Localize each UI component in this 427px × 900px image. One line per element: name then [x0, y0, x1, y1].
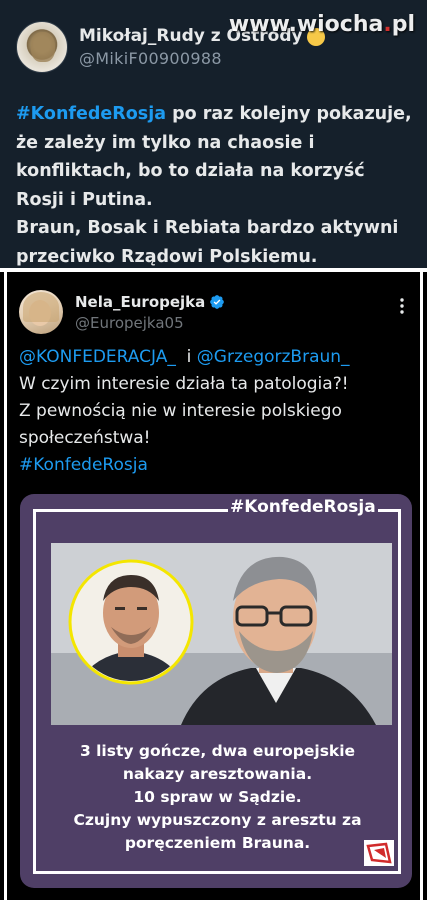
- more-options-icon[interactable]: [392, 296, 412, 316]
- author-handle[interactable]: @Europejka05: [75, 314, 225, 332]
- quoted-tweet: Mikołaj_Rudy z Ostródy @MikiF00900988 ww…: [0, 0, 427, 268]
- tweet-text: @KONFEDERACJA_ i @GrzegorzBraun_ W czyim…: [19, 347, 350, 475]
- hashtag-link[interactable]: #KonfedeRosja: [16, 104, 166, 124]
- avatar[interactable]: [16, 21, 68, 73]
- author-handle[interactable]: @MikiF00900988: [79, 49, 325, 68]
- site-watermark: www.wiocha.pl: [228, 12, 415, 37]
- tweet-media-image[interactable]: #KonfedeRosja 3 listy gończe, dwa europe…: [20, 494, 412, 888]
- tweet-header: Nela_Europejka @Europejka05: [19, 290, 225, 334]
- mention-link[interactable]: @KONFEDERACJA_: [19, 347, 176, 367]
- photo: [51, 543, 392, 725]
- verified-badge-icon: [210, 294, 225, 309]
- hashtag-link[interactable]: #KonfedeRosja: [19, 455, 148, 475]
- avatar[interactable]: [19, 290, 63, 334]
- mention-link[interactable]: @GrzegorzBraun_: [197, 347, 350, 367]
- tweet: Nela_Europejka @Europejka05 @KONFEDERACJ…: [4, 272, 423, 900]
- tweet-text: #KonfedeRosja po raz kolejny pokazuje, ż…: [16, 104, 412, 267]
- author-name[interactable]: Nela_Europejka: [75, 293, 205, 311]
- card-caption: 3 listy gończe, dwa europejskie nakazy a…: [73, 742, 362, 852]
- photo-illustration: [51, 543, 392, 725]
- card-hashtag: #KonfedeRosja: [230, 497, 376, 517]
- corner-logo-icon: [364, 840, 394, 866]
